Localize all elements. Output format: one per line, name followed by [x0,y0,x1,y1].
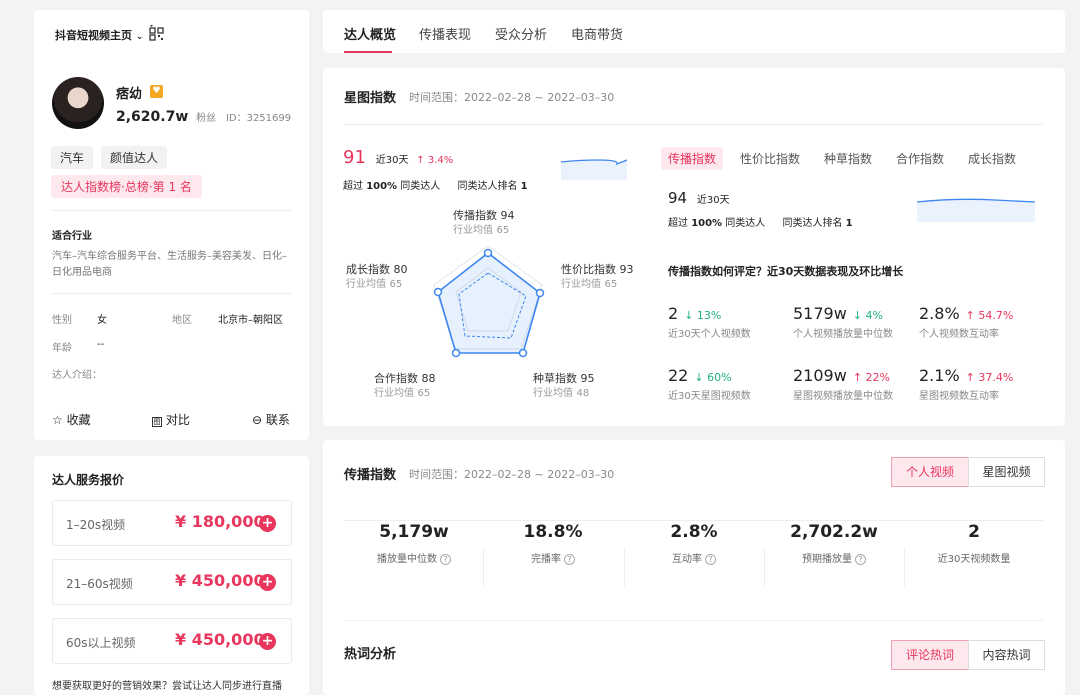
profile-name: 痞幼 [116,87,143,102]
price-item[interactable]: 60s以上视频 ¥ 450,000 + [52,618,292,664]
sub-score: 94 [668,189,688,207]
tab-bar: 达人概览 传播表现 受众分析 电商带货 [323,10,1065,53]
overall-sparkline [560,159,628,180]
help-icon[interactable]: ? [705,554,716,565]
merchant-badge-icon: ♥ [150,85,163,98]
metric-item: 2109w ↑ 22% 星图视频播放量中位数 [793,366,893,402]
overall-score: 91 [343,147,366,168]
contact-button[interactable]: ⊖ 联系 [252,411,290,428]
divider [344,124,1044,125]
radar-chart [433,245,545,358]
help-icon[interactable]: ? [440,554,451,565]
star-index-card: 星图指数 时间范围：2022–02–28 ~ 2022–03–30 91 近30… [323,68,1065,426]
avatar [52,77,104,129]
help-icon[interactable]: ? [855,554,866,565]
stat-item: 2 近30天视频数量 [937,522,1011,565]
help-icon[interactable]: ? [564,554,575,565]
stat-item: 5,179w 播放量中位数? [344,522,484,565]
toggle-personal-video[interactable]: 个人视频 [891,457,969,487]
add-icon[interactable]: + [259,515,276,532]
sub-tab-spread[interactable]: 传播指数 [661,147,724,170]
pricing-card: 达人服务报价 1–20s视频 ¥ 180,000 + 21–60s视频 ¥ 45… [34,456,309,695]
sub-tab-growth[interactable]: 成长指数 [968,150,1016,167]
toggle-comment-hotwords[interactable]: 评论热词 [891,640,969,670]
tab-ecommerce[interactable]: 电商带货 [571,24,623,43]
divider [344,620,1044,621]
compare-button[interactable]: 图 对比 [152,411,190,428]
favorite-button[interactable]: ☆ 收藏 [52,411,91,428]
sub-score-row: 94 近30天 [668,189,730,207]
overall-change: ↑ 3.4% [416,155,454,166]
spread-title: 传播指数 [344,468,397,483]
spread-card: 传播指数 时间范围：2022–02–28 ~ 2022–03–30 个人视频 星… [323,440,1065,695]
industry-title: 适合行业 [52,231,92,242]
tab-active-indicator [344,51,392,53]
profile-id: ID：3251699 [225,113,292,124]
radar-label-coop: 合作指数 88 行业均值 65 [374,372,436,399]
divider [344,520,1044,521]
age-value: -- [97,339,105,350]
star-index-title: 星图指数 [344,91,397,106]
radar-value-polygon [437,251,541,354]
divider [51,210,292,211]
metric-item: 5179w ↓ 4% 个人视频播放量中位数 [793,304,893,340]
stat-item: 18.8% 完播率? [523,522,583,565]
radar-label-seed: 种草指数 95 行业均值 48 [533,372,595,399]
region-value: 北京市–朝阳区 [218,315,283,326]
toggle-content-hotwords[interactable]: 内容热词 [968,640,1045,670]
tab-overview[interactable]: 达人概览 [344,24,396,43]
qrcode-icon[interactable] [148,24,166,42]
tag-list: 汽车 颜值达人 [51,146,175,169]
hotwords-title: 热词分析 [344,647,397,662]
metric-item: 2.1% ↑ 37.4% 星图视频数互动率 [919,366,1014,402]
tab-performance[interactable]: 传播表现 [419,24,471,43]
evaluation-question: 传播指数如何评定？近30天数据表现及环比增长 [668,265,904,278]
price-item[interactable]: 1–20s视频 ¥ 180,000 + [52,500,292,546]
tag-item[interactable]: 颜值达人 [101,146,168,169]
compare-icon: 图 [152,417,162,427]
star-index-time-range: 时间范围：2022–02–28 ~ 2022–03–30 [409,91,615,104]
sub-sparkline [916,198,1036,222]
add-icon[interactable]: + [259,633,276,650]
chevron-down-icon: ⌄ [135,32,144,42]
divider [51,293,292,294]
overall-score-row: 91 近30天 ↑ 3.4% [343,147,454,168]
sub-exceed: 超过 100% 同类达人 同类达人排名 1 [668,218,853,229]
metric-item: 2 ↓ 13% 近30天个人视频数 [668,304,751,340]
radar-label-spread: 传播指数 94 行业均值 65 [453,209,515,236]
profile-card: 抖音短视频主页 ⌄ 痞幼 ♥ 2,620.7w 粉丝 ID：3251699 汽车… [34,10,309,440]
chat-icon: ⊖ [252,413,263,427]
metric-item: 2.8% ↑ 54.7% 个人视频数互动率 [919,304,1014,340]
sub-tab-value[interactable]: 性价比指数 [740,150,800,167]
pricing-title: 达人服务报价 [52,473,125,487]
sub-tab-seed[interactable]: 种草指数 [824,150,872,167]
radar-label-growth: 成长指数 80 行业均值 65 [346,263,408,290]
industry-text: 汽车–汽车综合服务平台、生活服务–美容美发、日化–日化用品电商 [52,251,287,278]
toggle-star-video[interactable]: 星图视频 [968,457,1045,487]
overall-exceed: 超过 100% 同类达人 同类达人排名 1 [343,181,528,192]
tag-item[interactable]: 汽车 [51,146,94,169]
rank-badge[interactable]: 达人指数榜·总榜·第 1 名 [51,175,202,198]
intro-label: 达人介绍： [52,370,102,381]
pricing-footer: 想要获取更好的营销效果？尝试让达人同步进行直播 [52,681,282,692]
sub-tab-coop[interactable]: 合作指数 [896,150,944,167]
add-icon[interactable]: + [259,574,276,591]
fans-row: 2,620.7w 粉丝 ID：3251699 [116,109,292,125]
gender-value: 女 [97,315,107,326]
metric-item: 22 ↓ 60% 近30天星图视频数 [668,366,751,402]
fans-count: 2,620.7w [116,109,189,125]
stat-item: 2.8% 互动率? [670,522,718,565]
price-item[interactable]: 21–60s视频 ¥ 450,000 + [52,559,292,605]
platform-selector[interactable]: 抖音短视频主页 ⌄ [55,27,143,43]
spread-time-range: 时间范围：2022–02–28 ~ 2022–03–30 [409,468,615,481]
radar-label-value: 性价比指数 93 行业均值 65 [561,263,634,290]
tab-audience[interactable]: 受众分析 [495,24,547,43]
star-icon: ☆ [52,413,63,427]
stat-item: 2,702.2w 预期播放量? [790,522,878,565]
